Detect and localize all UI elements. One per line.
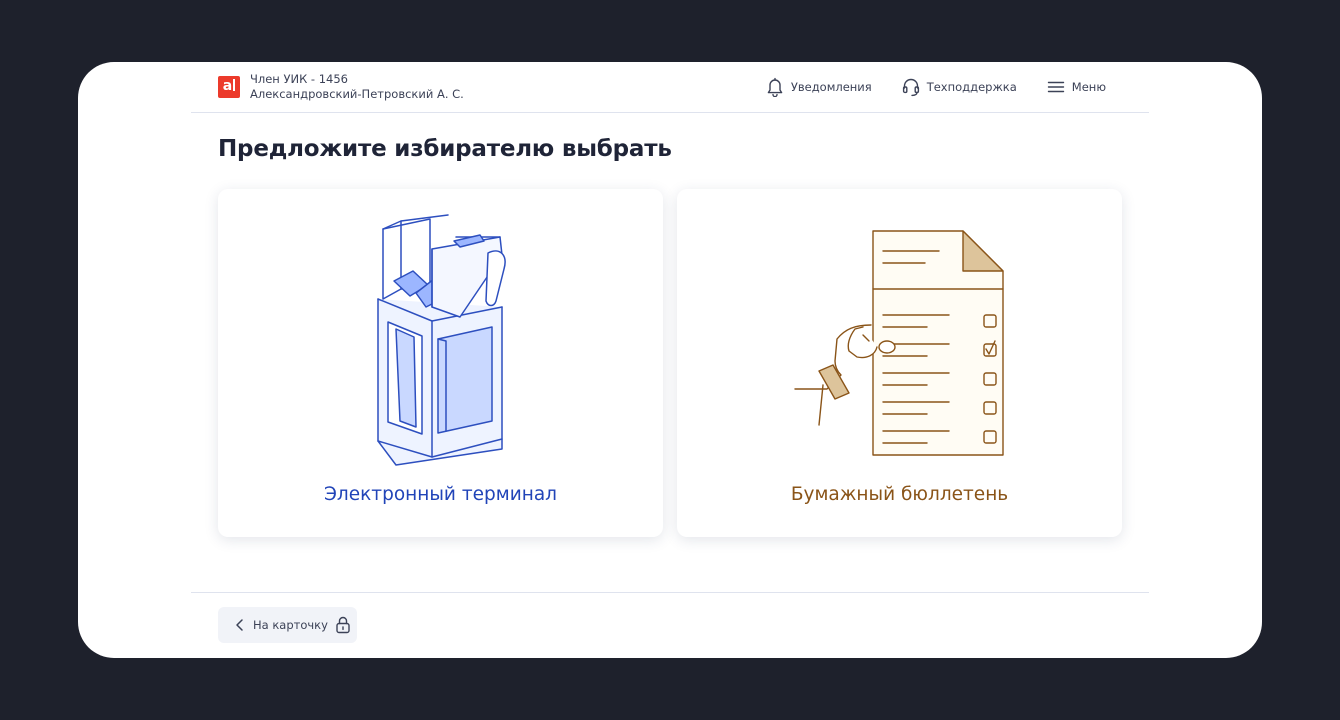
support-button[interactable]: Техподдержка	[902, 77, 1017, 97]
bell-icon	[767, 77, 783, 97]
back-to-card-button[interactable]: На карточку	[218, 607, 357, 643]
paper-ballot-label: Бумажный бюллетень	[790, 484, 1009, 505]
electronic-terminal-label: Электронный терминал	[324, 484, 557, 505]
notifications-button[interactable]: Уведомления	[766, 77, 872, 97]
menu-button[interactable]: Меню	[1047, 77, 1106, 97]
headset-icon	[902, 78, 919, 97]
lock-icon	[336, 616, 350, 634]
paper-ballot-icon	[794, 230, 1004, 456]
header: a Член УИК - 1456 Александровский-Петров…	[191, 62, 1149, 113]
user-name: Александровский-Петровский А. С.	[250, 87, 464, 101]
support-label: Техподдержка	[926, 80, 1017, 94]
voting-terminal-icon	[377, 214, 506, 466]
user-info: Член УИК - 1456 Александровский-Петровск…	[250, 72, 464, 102]
chevron-left-icon	[236, 619, 243, 631]
page-title: Предложите избирателю выбрать	[218, 136, 672, 162]
header-nav: Уведомления Техподдержка Меню	[766, 77, 1106, 97]
footer-divider	[191, 592, 1149, 593]
menu-label: Меню	[1071, 80, 1106, 94]
menu-icon	[1047, 81, 1064, 93]
back-label: На карточку	[253, 618, 328, 632]
app-window: a Член УИК - 1456 Александровский-Петров…	[78, 62, 1262, 658]
paper-ballot-option[interactable]: Бумажный бюллетень	[677, 189, 1122, 537]
logo: a	[218, 76, 240, 98]
notifications-label: Уведомления	[790, 80, 872, 94]
user-role: Член УИК - 1456	[250, 72, 348, 86]
electronic-terminal-option[interactable]: Электронный терминал	[218, 189, 663, 537]
